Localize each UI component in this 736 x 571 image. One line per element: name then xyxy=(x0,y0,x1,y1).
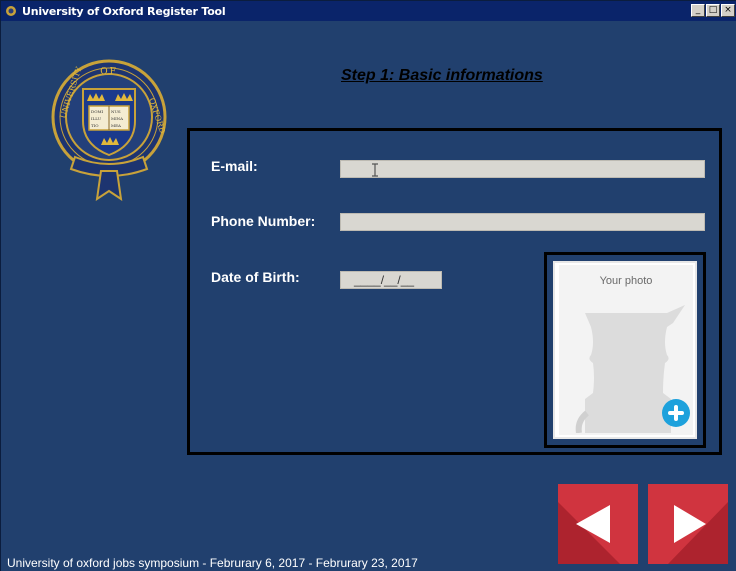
oxford-crest-icon: DOMI NUS ILLU MINA TIO MEA OF UNIVERSITY OX… xyxy=(45,59,175,202)
svg-text:DOMI: DOMI xyxy=(91,109,104,114)
photo-label: Your photo xyxy=(599,275,653,287)
window-title: University of Oxford Register Tool xyxy=(22,4,226,18)
photo-card: Your photo xyxy=(553,261,697,439)
maximize-button[interactable]: □ xyxy=(706,4,720,17)
app-icon xyxy=(4,4,18,18)
email-label: E-mail: xyxy=(211,158,258,174)
email-field[interactable] xyxy=(340,160,705,178)
dob-label: Date of Birth: xyxy=(211,269,300,285)
svg-text:MINA: MINA xyxy=(111,116,123,121)
dob-field[interactable]: ____/__/__ xyxy=(340,271,442,289)
step-heading: Step 1: Basic informations xyxy=(341,67,543,84)
svg-text:MEA: MEA xyxy=(111,123,121,128)
minimize-button[interactable]: _ xyxy=(691,4,705,17)
window-controls: _ □ × xyxy=(691,4,735,17)
svg-text:NUS: NUS xyxy=(111,109,121,114)
footer-text: University of oxford jobs symposium - Fe… xyxy=(7,556,418,570)
triangle-left-icon xyxy=(558,502,620,564)
plus-circle-icon[interactable] xyxy=(662,399,690,427)
text-cursor-icon xyxy=(371,163,379,177)
svg-text:TIO: TIO xyxy=(91,123,99,128)
phone-field[interactable] xyxy=(340,213,705,231)
title-bar[interactable]: University of Oxford Register Tool _ □ × xyxy=(1,1,736,21)
close-button[interactable]: × xyxy=(721,4,735,17)
triangle-right-icon xyxy=(668,502,728,564)
phone-label: Phone Number: xyxy=(211,213,316,229)
app-window: University of Oxford Register Tool _ □ × xyxy=(0,0,736,571)
next-button[interactable] xyxy=(648,484,728,564)
svg-text:OF: OF xyxy=(100,67,118,77)
photo-upload[interactable]: Your photo xyxy=(544,252,706,448)
svg-text:ILLU: ILLU xyxy=(91,116,102,121)
photo-placeholder: Your photo xyxy=(559,265,693,435)
previous-button[interactable] xyxy=(558,484,638,564)
